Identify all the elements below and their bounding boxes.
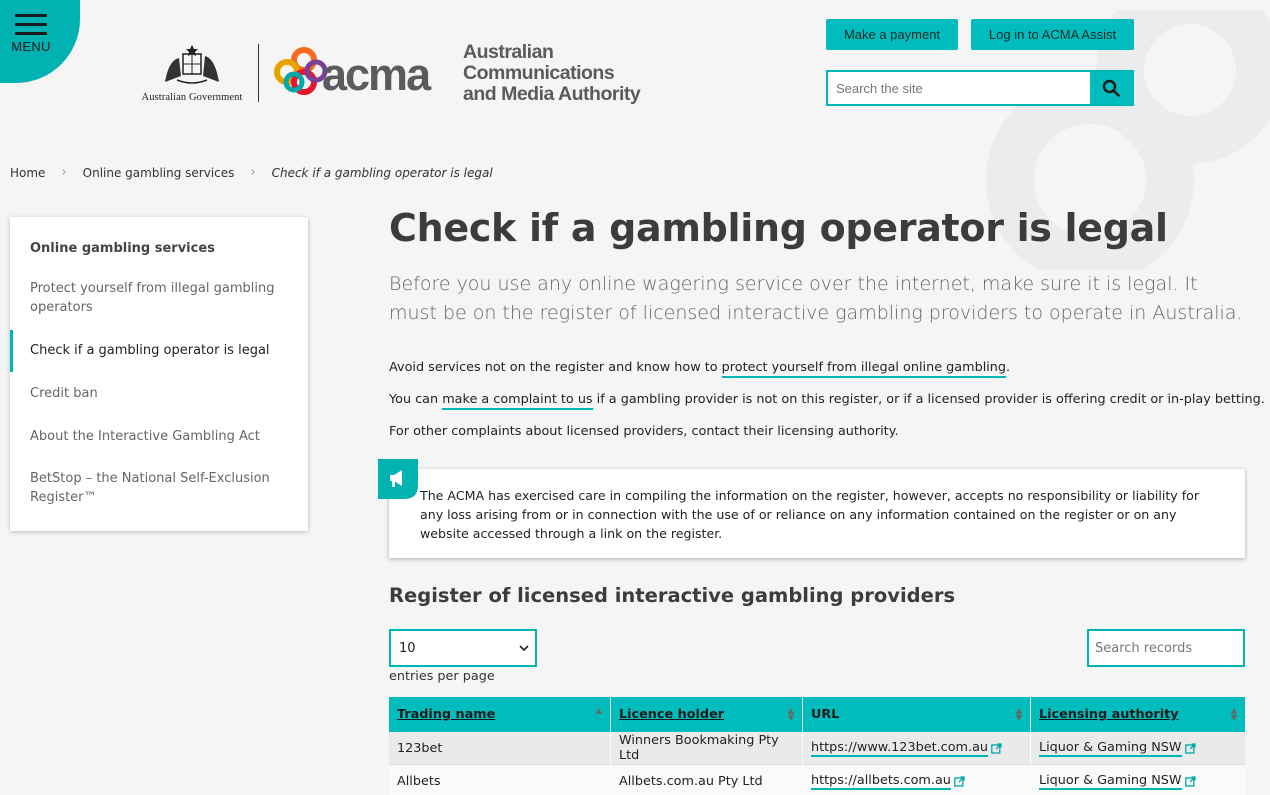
external-link-icon (991, 742, 1002, 754)
column-header-trading-name[interactable]: Trading name ▲ (389, 697, 611, 732)
entries-per-page-label: entries per page (389, 669, 495, 684)
breadcrumb: Home › Online gambling services › Check … (10, 165, 493, 180)
site-search-input[interactable] (828, 72, 1090, 104)
sidebar-item-interactive-gambling-act[interactable]: About the Interactive Gambling Act (30, 427, 290, 446)
breadcrumb-current: Check if a gambling operator is legal (271, 165, 493, 180)
paragraph-avoid-services: Avoid services not on the register and k… (389, 360, 1011, 378)
sidebar-active-indicator (10, 330, 13, 372)
table-row: 123bet Winners Bookmaking Pty Ltd https:… (389, 732, 1245, 765)
paragraph-complaint: You can make a complaint to us if a gamb… (389, 392, 1265, 410)
acma-logo[interactable]: acma (272, 46, 447, 104)
text: You can (389, 392, 443, 407)
site-search-button[interactable] (1090, 72, 1132, 104)
cell-licensing-authority: Liquor & Gaming NSW (1031, 765, 1245, 795)
search-icon (1102, 79, 1120, 97)
table-header: Trading name ▲ Licence holder ▲ ▼ URL ▲ ▼ … (389, 697, 1245, 732)
cell-licensing-authority: Liquor & Gaming NSW (1031, 732, 1245, 764)
cell-url: https://www.123bet.com.au (803, 732, 1031, 764)
sidebar-item-credit-ban[interactable]: Credit ban (30, 384, 290, 403)
authority-link[interactable]: Liquor & Gaming NSW (1039, 740, 1182, 757)
external-link-icon (954, 775, 965, 787)
column-header-label: Licensing authority (1039, 707, 1179, 722)
disclaimer-text: The ACMA has exercised care in compiling… (420, 488, 1200, 541)
org-name-line: Communications (463, 62, 615, 84)
sort-icon: ▲ ▼ (1230, 706, 1237, 722)
records-search (1087, 629, 1245, 667)
breadcrumb-home[interactable]: Home (10, 166, 45, 180)
authority-link[interactable]: Liquor & Gaming NSW (1039, 773, 1182, 790)
register-table: Trading name ▲ Licence holder ▲ ▼ URL ▲ ▼ … (389, 697, 1245, 795)
org-name-line: Australian (463, 41, 554, 63)
provider-url-link[interactable]: https://www.123bet.com.au (811, 740, 989, 757)
provider-url-link[interactable]: https://allbets.com.au (811, 773, 951, 790)
org-name-line: and Media Authority (463, 83, 641, 105)
sidebar-item-protect-yourself[interactable]: Protect yourself from illegal gambling o… (30, 279, 290, 317)
intro-text: Before you use any online wagering servi… (389, 273, 1243, 324)
paragraph-other-complaints: For other complaints about licensed prov… (389, 424, 899, 439)
chevron-right-icon: › (61, 165, 67, 180)
cell-trading-name: 123bet (389, 732, 611, 764)
entries-value: 10 (399, 640, 416, 656)
login-acma-assist-button[interactable]: Log in to ACMA Assist (971, 19, 1134, 50)
cell-licence-holder: Winners Bookmaking Pty Ltd (611, 732, 803, 764)
sidebar-item-check-operator[interactable]: Check if a gambling operator is legal (30, 341, 290, 360)
column-header-label: Licence holder (619, 707, 725, 722)
chevron-right-icon: › (250, 165, 256, 180)
chevron-down-icon (519, 644, 529, 651)
protect-yourself-link[interactable]: protect yourself from illegal online gam… (721, 360, 1007, 378)
records-search-input[interactable] (1089, 631, 1243, 665)
cell-trading-name: Allbets (389, 765, 611, 795)
breadcrumb-online-gambling[interactable]: Online gambling services (83, 166, 235, 180)
external-link-icon (1184, 742, 1196, 754)
text: . (1006, 360, 1011, 375)
sort-ascending-icon: ▲ (595, 706, 602, 715)
sidebar-item-betstop[interactable]: BetStop – the National Self-Exclusion Re… (30, 469, 290, 507)
organisation-name: Australian Communications and Media Auth… (463, 42, 663, 105)
sort-icon: ▲ ▼ (1015, 706, 1022, 722)
coat-of-arms-icon (165, 45, 219, 84)
make-complaint-link[interactable]: make a complaint to us (442, 392, 593, 410)
logo-divider (258, 44, 259, 102)
column-header-label: Trading name (397, 707, 496, 722)
table-row: Allbets Allbets.com.au Pty Ltd https://a… (389, 765, 1245, 795)
cell-licence-holder: Allbets.com.au Pty Ltd (611, 765, 803, 795)
sidebar-nav: Online gambling services Protect yoursel… (10, 217, 308, 531)
entries-per-page-select[interactable]: 10 (389, 629, 537, 667)
column-header-licensing-authority[interactable]: Licensing authority ▲ ▼ (1031, 697, 1245, 732)
text: Avoid services not on the register and k… (389, 360, 722, 375)
site-search (826, 70, 1134, 106)
government-label: Australian Government (141, 92, 243, 103)
sort-icon: ▲ ▼ (787, 706, 794, 722)
cell-url: https://allbets.com.au (803, 765, 1031, 795)
menu-label: MENU (11, 39, 51, 54)
australian-government-logo[interactable]: Australian Government (136, 42, 248, 103)
text: if a gambling provider is not on this re… (592, 392, 1265, 407)
menu-button[interactable]: MENU (0, 0, 62, 70)
megaphone-icon (378, 459, 418, 499)
page-title: Check if a gambling operator is legal (389, 206, 1168, 250)
external-link-icon (1184, 775, 1196, 787)
sidebar-title[interactable]: Online gambling services (30, 241, 215, 256)
hamburger-icon (15, 14, 47, 41)
register-title: Register of licensed interactive gamblin… (389, 584, 956, 607)
acma-wordmark: acma (322, 49, 431, 100)
column-header-url[interactable]: URL ▲ ▼ (803, 697, 1031, 732)
make-payment-button[interactable]: Make a payment (826, 19, 958, 50)
column-header-licence-holder[interactable]: Licence holder ▲ ▼ (611, 697, 803, 732)
column-header-label: URL (811, 707, 840, 722)
disclaimer-notice: The ACMA has exercised care in compiling… (389, 469, 1245, 558)
